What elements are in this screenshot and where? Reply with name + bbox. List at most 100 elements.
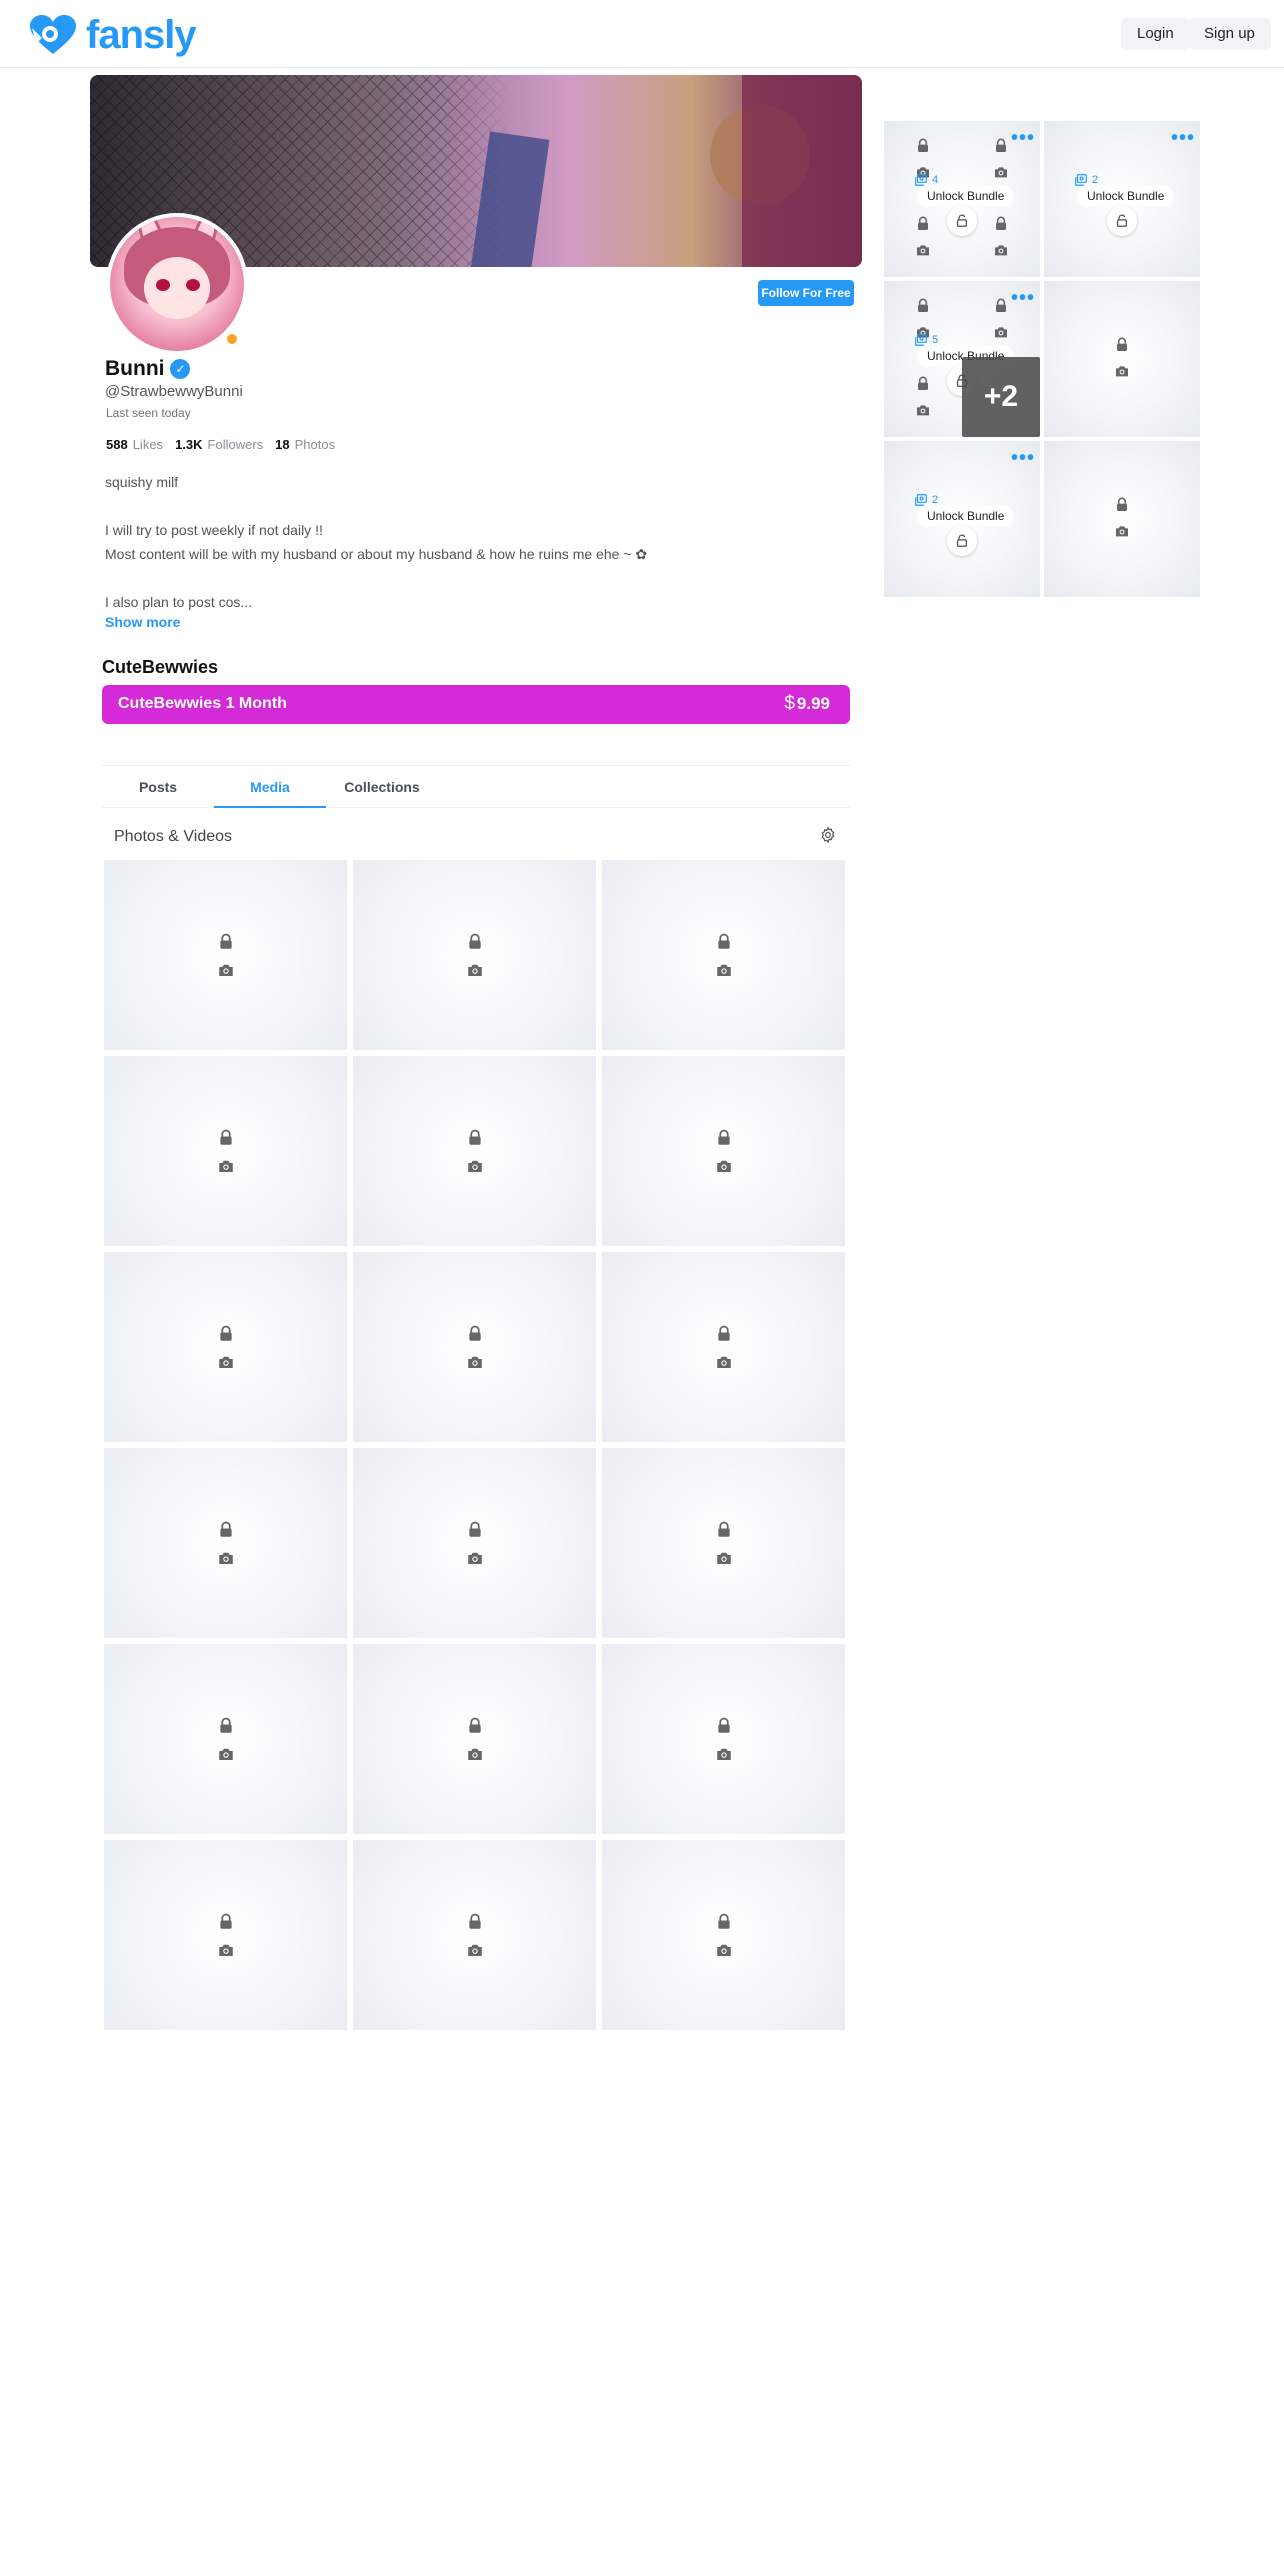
locked-media-tile[interactable] [104,1840,347,2030]
lock-icon [217,1913,235,1936]
profile-stats: 588 Likes 1.3K Followers 18 Photos [106,437,335,452]
lock-icon [715,1521,733,1544]
camera-icon [715,1157,733,1180]
camera-icon [715,1941,733,1964]
locked-media-tile[interactable] [602,1644,845,1834]
locked-media-tile[interactable] [602,1056,845,1246]
profile-tabs: Posts Media Collections [102,765,850,808]
lock-icon [466,1325,484,1348]
locked-media-tile[interactable] [1044,441,1200,597]
lock-icon [715,1913,733,1936]
lock-icon [466,1913,484,1936]
follow-button[interactable]: Follow For Free [758,280,854,306]
lock-icon [715,1129,733,1152]
camera-icon [715,961,733,984]
lock-icon [915,216,931,237]
lock-icon [466,1717,484,1740]
locked-media-tile[interactable] [353,1252,596,1442]
lock-icon [1114,497,1130,518]
locked-media-tile[interactable] [1044,281,1200,437]
camera-icon [217,1549,235,1572]
tab-posts[interactable]: Posts [102,766,214,808]
lock-icon [715,1717,733,1740]
lock-icon [466,1521,484,1544]
lock-icon [993,298,1009,319]
fansly-logo[interactable]: fansly [28,12,197,57]
locked-media-tile[interactable] [353,1056,596,1246]
camera-icon [993,242,1009,263]
gear-icon[interactable] [819,826,837,844]
locked-media-tile[interactable] [104,1252,347,1442]
camera-icon [1114,363,1130,384]
locked-media-tile[interactable] [104,1056,347,1246]
unlock-lock-icon[interactable] [947,526,977,556]
lock-icon [217,1325,235,1348]
tab-collections[interactable]: Collections [326,766,438,808]
lock-icon [217,1521,235,1544]
profile-name-row: Bunni ✓ [105,357,191,381]
show-more-link[interactable]: Show more [105,614,180,630]
bio-line: I will try to post weekly if not daily !… [105,522,323,538]
locked-media-tile[interactable] [602,1448,845,1638]
camera-icon [217,961,235,984]
top-navbar: fansly Login Sign up [0,0,1284,68]
camera-icon [715,1745,733,1768]
unlock-lock-icon[interactable] [1107,206,1137,236]
subscription-title: CuteBewwies [102,657,219,677]
camera-icon [217,1745,235,1768]
lock-icon [915,298,931,319]
bio-line [105,566,845,590]
signup-button[interactable]: Sign up [1188,18,1271,50]
more-options-icon[interactable]: ••• [1011,128,1035,148]
lock-icon [993,216,1009,237]
logo-text: fansly [86,12,197,57]
camera-icon [715,1353,733,1376]
locked-media-tile[interactable] [602,860,845,1050]
camera-icon [1114,523,1130,544]
locked-media-tile[interactable] [104,860,347,1050]
camera-icon [466,1353,484,1376]
camera-icon [466,961,484,984]
lock-icon [993,138,1009,159]
stat-likes: 588 Likes [106,437,164,452]
unlock-bundle-button[interactable]: Unlock Bundle [1077,185,1175,207]
lock-icon [715,1325,733,1348]
tier-label: CuteBewwies 1 Month [118,695,287,712]
camera-icon [993,164,1009,185]
lock-icon [715,933,733,956]
username: @StrawbewwyBunni [105,383,243,400]
camera-icon [217,1941,235,1964]
bio-line [105,494,845,518]
locked-media-tile[interactable] [353,1840,596,2030]
login-button[interactable]: Login [1121,18,1190,50]
locked-media-tile[interactable] [353,1448,596,1638]
locked-media-tile[interactable] [104,1448,347,1638]
more-options-icon[interactable]: ••• [1171,128,1195,148]
more-options-icon[interactable]: ••• [1011,448,1035,468]
lock-icon [466,933,484,956]
extra-items-count[interactable]: +2 [962,357,1040,437]
tab-media[interactable]: Media [214,766,326,808]
unlock-bundle-button[interactable]: Unlock Bundle [917,185,1015,207]
subscribe-tier-button[interactable]: CuteBewwies 1 Month $9.99 [102,685,850,724]
media-section-title: Photos & Videos [114,828,233,845]
unlock-bundle-button[interactable]: Unlock Bundle [917,505,1015,527]
lock-icon [915,138,931,159]
more-options-icon[interactable]: ••• [1011,288,1035,308]
camera-icon [466,1745,484,1768]
heart-logo-icon [30,15,76,54]
locked-media-tile[interactable] [104,1644,347,1834]
lock-icon [915,376,931,397]
locked-media-tile[interactable] [353,1644,596,1834]
locked-media-tile[interactable] [353,860,596,1050]
camera-icon [466,1941,484,1964]
locked-media-tile[interactable] [602,1252,845,1442]
camera-icon [217,1157,235,1180]
locked-media-tile[interactable] [602,1840,845,2030]
bio-line: Most content will be with my husband or … [105,546,648,562]
unlock-lock-icon[interactable] [947,206,977,236]
lock-icon [1114,337,1130,358]
camera-icon [217,1353,235,1376]
stat-photos: 18 Photos [275,437,336,452]
tier-price: $9.99 [784,693,830,714]
